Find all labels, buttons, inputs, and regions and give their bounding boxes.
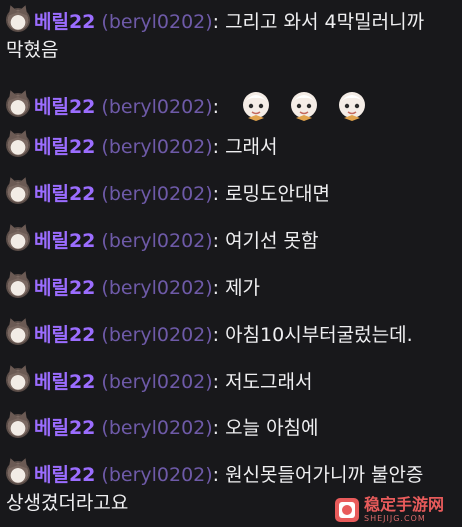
colon: : xyxy=(212,371,220,393)
chat-message: 베릴22 (beryl0202): 여기선 못함 xyxy=(6,227,456,255)
login-name[interactable]: (beryl0202) xyxy=(101,183,212,205)
username[interactable]: 베릴22 xyxy=(34,464,95,486)
login-name[interactable]: (beryl0202) xyxy=(101,11,212,33)
paimon-emote-icon[interactable] xyxy=(239,88,273,122)
watermark-cn: 稳定手游网 xyxy=(364,495,445,514)
login-name[interactable]: (beryl0202) xyxy=(101,136,212,158)
chat-message: 베릴22 (beryl0202): 그래서 xyxy=(6,133,456,161)
message-text: 아침10시부터굴렀는데. xyxy=(225,324,413,346)
watermark-en: SHEJIJG.COM xyxy=(364,514,426,523)
chat-message: 베릴22 (beryl0202): 오늘 아침에 xyxy=(6,414,456,442)
chat-message: 베릴22 (beryl0202): 저도그래서 xyxy=(6,368,456,396)
message-text: 로밍도안대면 xyxy=(225,183,330,205)
login-name[interactable]: (beryl0202) xyxy=(101,277,212,299)
paimon-emote-icon[interactable] xyxy=(335,88,369,122)
colon: : xyxy=(212,136,220,158)
colon: : xyxy=(212,417,220,439)
cat-avatar-icon xyxy=(6,8,30,32)
cat-avatar-icon xyxy=(6,133,30,157)
username[interactable]: 베릴22 xyxy=(34,371,95,393)
cat-avatar-icon xyxy=(6,321,30,345)
chat-message: 베릴22 (beryl0202): 로밍도안대면 xyxy=(6,180,456,208)
cat-avatar-icon xyxy=(6,368,30,392)
chat-message: 베릴22 (beryl0202): xyxy=(6,88,456,122)
message-text: 그래서 xyxy=(225,136,278,158)
username[interactable]: 베릴22 xyxy=(34,96,95,118)
login-name[interactable]: (beryl0202) xyxy=(101,464,212,486)
colon: : xyxy=(212,96,220,118)
site-watermark: 稳定手游网 SHEJIJG.COM xyxy=(334,495,460,525)
message-text: 제가 xyxy=(225,277,261,299)
cat-avatar-icon xyxy=(6,461,30,485)
colon: : xyxy=(212,230,220,252)
message-text: 저도그래서 xyxy=(225,371,313,393)
login-name[interactable]: (beryl0202) xyxy=(101,371,212,393)
login-name[interactable]: (beryl0202) xyxy=(101,324,212,346)
cat-avatar-icon xyxy=(6,227,30,251)
message-text: 오늘 아침에 xyxy=(225,417,319,439)
login-name[interactable]: (beryl0202) xyxy=(101,96,212,118)
username[interactable]: 베릴22 xyxy=(34,417,95,439)
username[interactable]: 베릴22 xyxy=(34,324,95,346)
cat-avatar-icon xyxy=(6,180,30,204)
watermark-text: 稳定手游网 SHEJIJG.COM xyxy=(364,497,444,523)
username[interactable]: 베릴22 xyxy=(34,11,95,33)
paimon-emote-icon[interactable] xyxy=(287,88,321,122)
chat-message: 베릴22 (beryl0202): 아침10시부터굴렀는데. xyxy=(6,321,456,349)
cat-avatar-icon xyxy=(6,274,30,298)
colon: : xyxy=(212,464,220,486)
login-name[interactable]: (beryl0202) xyxy=(101,230,212,252)
colon: : xyxy=(212,183,220,205)
login-name[interactable]: (beryl0202) xyxy=(101,417,212,439)
colon: : xyxy=(212,11,220,33)
colon: : xyxy=(212,277,220,299)
chat-message: 베릴22 (beryl0202): 제가 xyxy=(6,274,456,302)
colon: : xyxy=(212,324,220,346)
watermark-logo-icon xyxy=(335,498,359,522)
username[interactable]: 베릴22 xyxy=(34,277,95,299)
username[interactable]: 베릴22 xyxy=(34,136,95,158)
username[interactable]: 베릴22 xyxy=(34,230,95,252)
cat-avatar-icon xyxy=(6,414,30,438)
username[interactable]: 베릴22 xyxy=(34,183,95,205)
cat-avatar-icon xyxy=(6,93,30,117)
chat-log: 베릴22 (beryl0202): 그리고 와서 4막밀러니까 막혔음 베릴22 (b… xyxy=(0,0,462,527)
message-text: 여기선 못함 xyxy=(225,230,319,252)
chat-message: 베릴22 (beryl0202): 그리고 와서 4막밀러니까 막혔음 xyxy=(6,8,456,64)
